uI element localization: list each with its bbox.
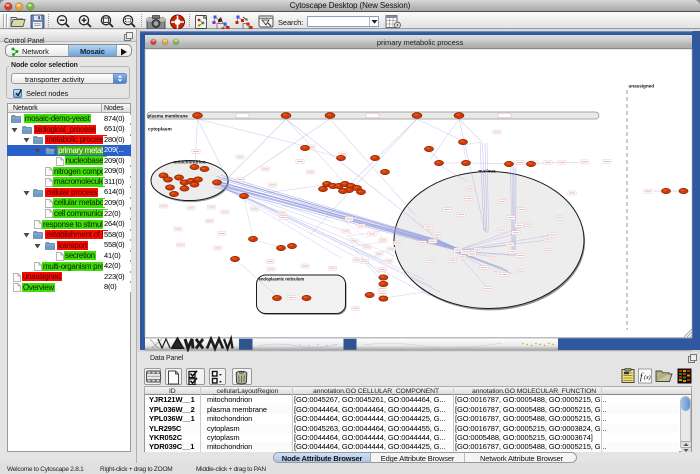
- svg-text:(x): (x): [644, 374, 651, 381]
- svg-text:cytoplasm: cytoplasm: [148, 127, 172, 133]
- svg-text:A: A: [218, 18, 223, 25]
- svg-text:primary metabolic process: primary metabolic process: [377, 38, 464, 47]
- svg-text:unassigned: unassigned: [629, 84, 655, 89]
- svg-text:plasma membrane: plasma membrane: [148, 113, 189, 118]
- svg-text:endoplasmic reticulum: endoplasmic reticulum: [259, 277, 305, 282]
- svg-text:mitochondrion: mitochondrion: [173, 160, 205, 165]
